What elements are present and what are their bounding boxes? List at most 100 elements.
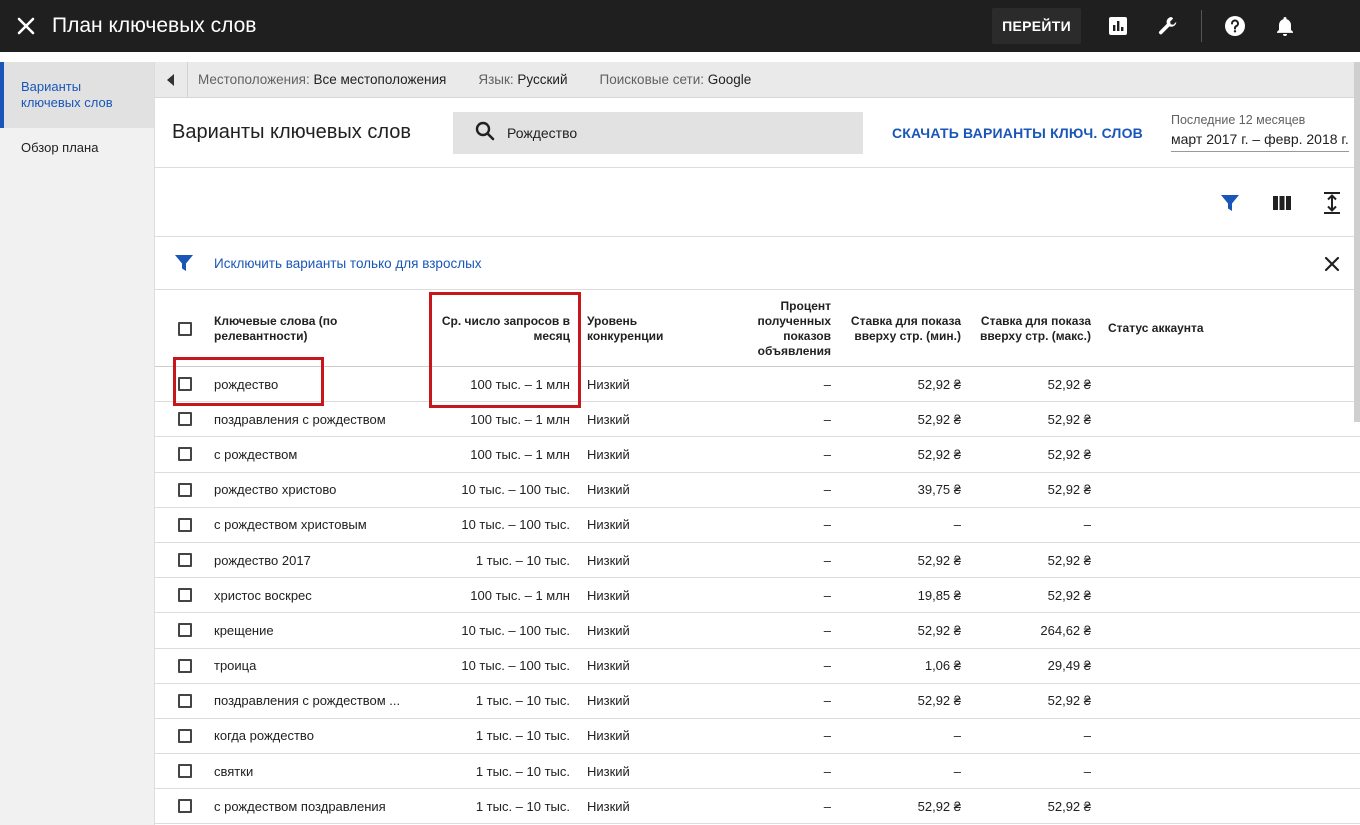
row-checkbox[interactable]: [178, 402, 198, 436]
bid-min-cell: 52,92 ₴: [917, 552, 961, 568]
avg-searches-cell: 10 тыс. – 100 тыс.: [461, 658, 570, 674]
search-icon: [475, 121, 495, 146]
bid-max-cell: –: [1083, 517, 1091, 533]
bid-max-cell: 52,92 ₴: [1047, 552, 1091, 568]
column-header-keyword[interactable]: Ключевые слова (по релевантности): [214, 291, 374, 366]
avg-searches-cell: 1 тыс. – 10 тыс.: [475, 693, 570, 709]
filter-icon[interactable]: [1217, 190, 1243, 216]
row-checkbox[interactable]: [178, 473, 198, 507]
impression-share-cell: –: [823, 728, 831, 744]
impression-share-cell: –: [823, 552, 831, 568]
column-header-account-status[interactable]: Статус аккаунта: [1108, 291, 1268, 366]
bid-max-cell: 52,92 ₴: [1047, 376, 1091, 392]
impression-share-cell: –: [823, 622, 831, 638]
table-row[interactable]: с рождеством 100 тыс. – 1 млн Низкий – 52,92…: [155, 437, 1360, 473]
competition-cell: Низкий: [587, 728, 630, 744]
competition-cell: Низкий: [587, 693, 630, 709]
avg-searches-cell: 1 тыс. – 10 тыс.: [475, 798, 570, 814]
keyword-search-input[interactable]: Рождество: [453, 112, 863, 154]
keyword-cell: когда рождество: [214, 728, 314, 744]
avg-searches-cell: 10 тыс. – 100 тыс.: [461, 482, 570, 498]
table-row[interactable]: рождество 100 тыс. – 1 млн Низкий – 52,92 ₴ 5…: [155, 367, 1360, 403]
table-row[interactable]: троица 10 тыс. – 100 тыс. Низкий – 1,06 ₴ 29,…: [155, 649, 1360, 684]
location-filter[interactable]: Местоположения: Все местоположения: [198, 72, 446, 87]
close-icon[interactable]: [1320, 252, 1344, 276]
sidebar-item-keyword-ideas[interactable]: Варианты ключевых слов: [0, 62, 154, 128]
avg-searches-cell: 1 тыс. – 10 тыс.: [475, 728, 570, 744]
close-icon[interactable]: [0, 0, 52, 52]
keyword-cell: троица: [214, 658, 257, 674]
app-title: План ключевых слов: [52, 14, 257, 37]
keyword-cell: с рождеством поздравления: [214, 798, 386, 814]
bid-min-cell: –: [953, 763, 961, 779]
help-icon[interactable]: [1210, 0, 1260, 52]
bid-min-cell: –: [953, 728, 961, 744]
bid-max-cell: 52,92 ₴: [1047, 798, 1091, 814]
table-row[interactable]: с рождеством поздравления 1 тыс. – 10 тыс…: [155, 789, 1360, 825]
row-checkbox[interactable]: [178, 613, 198, 647]
competition-cell: Низкий: [587, 411, 630, 427]
column-header-avg-searches[interactable]: Ср. число запросов в месяц: [425, 291, 570, 366]
table-row[interactable]: поздравления с рождеством 100 тыс. – 1 мл…: [155, 402, 1360, 438]
bid-max-cell: –: [1083, 763, 1091, 779]
goto-button[interactable]: ПЕРЕЙТИ: [992, 8, 1081, 44]
location-label: Местоположения:: [198, 72, 310, 87]
table-row[interactable]: поздравления с рождеством ... 1 тыс. – 10…: [155, 684, 1360, 719]
column-header-bid-min[interactable]: Ставка для показа вверху стр. (мин.): [845, 291, 961, 366]
row-checkbox[interactable]: [178, 754, 198, 788]
keyword-cell: христос воскрес: [214, 587, 312, 603]
select-all-checkbox[interactable]: [178, 291, 198, 366]
avg-searches-cell: 10 тыс. – 100 тыс.: [461, 517, 570, 533]
impression-share-cell: –: [823, 587, 831, 603]
table-body: рождество 100 тыс. – 1 млн Низкий – 52,92 ₴ 5…: [155, 367, 1360, 825]
bid-max-cell: 52,92 ₴: [1047, 411, 1091, 427]
bid-max-cell: 52,92 ₴: [1047, 587, 1091, 603]
columns-icon[interactable]: [1269, 190, 1295, 216]
table-row[interactable]: христос воскрес 100 тыс. – 1 млн Низкий – 19…: [155, 578, 1360, 614]
table-row[interactable]: крещение 10 тыс. – 100 тыс. Низкий – 52,92 ₴…: [155, 613, 1360, 649]
table-toolbar: [155, 168, 1360, 237]
row-checkbox[interactable]: [178, 789, 198, 823]
column-header-competition[interactable]: Уровень конкуренции: [587, 291, 687, 366]
row-checkbox[interactable]: [178, 578, 198, 612]
avg-searches-cell: 100 тыс. – 1 млн: [470, 411, 570, 427]
row-checkbox[interactable]: [178, 437, 198, 471]
sidebar-item-plan-overview[interactable]: Обзор плана: [0, 140, 154, 156]
competition-cell: Низкий: [587, 622, 630, 638]
bell-icon[interactable]: [1260, 0, 1310, 52]
avg-searches-cell: 100 тыс. – 1 млн: [470, 446, 570, 462]
collapse-sidebar-icon[interactable]: [155, 61, 188, 98]
bar-chart-icon[interactable]: [1093, 0, 1143, 52]
row-checkbox[interactable]: [178, 367, 198, 401]
page-title: Варианты ключевых слов: [172, 121, 411, 143]
network-filter[interactable]: Поисковые сети: Google: [600, 72, 752, 87]
bid-min-cell: 52,92 ₴: [917, 798, 961, 814]
keyword-cell: с рождеством: [214, 446, 298, 462]
row-checkbox[interactable]: [178, 649, 198, 683]
avg-searches-cell: 10 тыс. – 100 тыс.: [461, 622, 570, 638]
page-header: Варианты ключевых слов Рождество СКАЧАТЬ…: [155, 99, 1360, 168]
scrollbar[interactable]: [1354, 62, 1360, 422]
row-checkbox[interactable]: [178, 543, 198, 577]
table-row[interactable]: рождество 2017 1 тыс. – 10 тыс. Низкий – 52,…: [155, 543, 1360, 579]
competition-cell: Низкий: [587, 376, 630, 392]
date-range-selector[interactable]: Последние 12 месяцев март 2017 г. – февр…: [1171, 113, 1349, 152]
column-header-impression-share[interactable]: Процент полученных показов объявления: [725, 291, 831, 366]
download-keyword-ideas-button[interactable]: СКАЧАТЬ ВАРИАНТЫ КЛЮЧ. СЛОВ: [892, 125, 1143, 141]
table-row[interactable]: когда рождество 1 тыс. – 10 тыс. Низкий – – –: [155, 719, 1360, 755]
top-bar: План ключевых слов ПЕРЕЙТИ: [0, 0, 1360, 52]
exclude-adult-filter-chip[interactable]: Исключить варианты только для взрослых: [214, 256, 482, 271]
keyword-cell: поздравления с рождеством ...: [214, 693, 401, 709]
row-checkbox[interactable]: [178, 719, 198, 753]
wrench-icon[interactable]: [1143, 0, 1193, 52]
expand-rows-icon[interactable]: [1319, 190, 1345, 216]
language-filter[interactable]: Язык: Русский: [478, 72, 567, 87]
bid-max-cell: 264,62 ₴: [1040, 622, 1091, 638]
row-checkbox[interactable]: [178, 508, 198, 542]
keyword-cell: с рождеством христовым: [214, 517, 367, 533]
row-checkbox[interactable]: [178, 684, 198, 718]
table-row[interactable]: рождество христово 10 тыс. – 100 тыс. Низк…: [155, 473, 1360, 508]
table-row[interactable]: с рождеством христовым 10 тыс. – 100 тыс.…: [155, 508, 1360, 543]
column-header-bid-max[interactable]: Ставка для показа вверху стр. (макс.): [975, 291, 1091, 366]
table-row[interactable]: святки 1 тыс. – 10 тыс. Низкий – – –: [155, 754, 1360, 790]
